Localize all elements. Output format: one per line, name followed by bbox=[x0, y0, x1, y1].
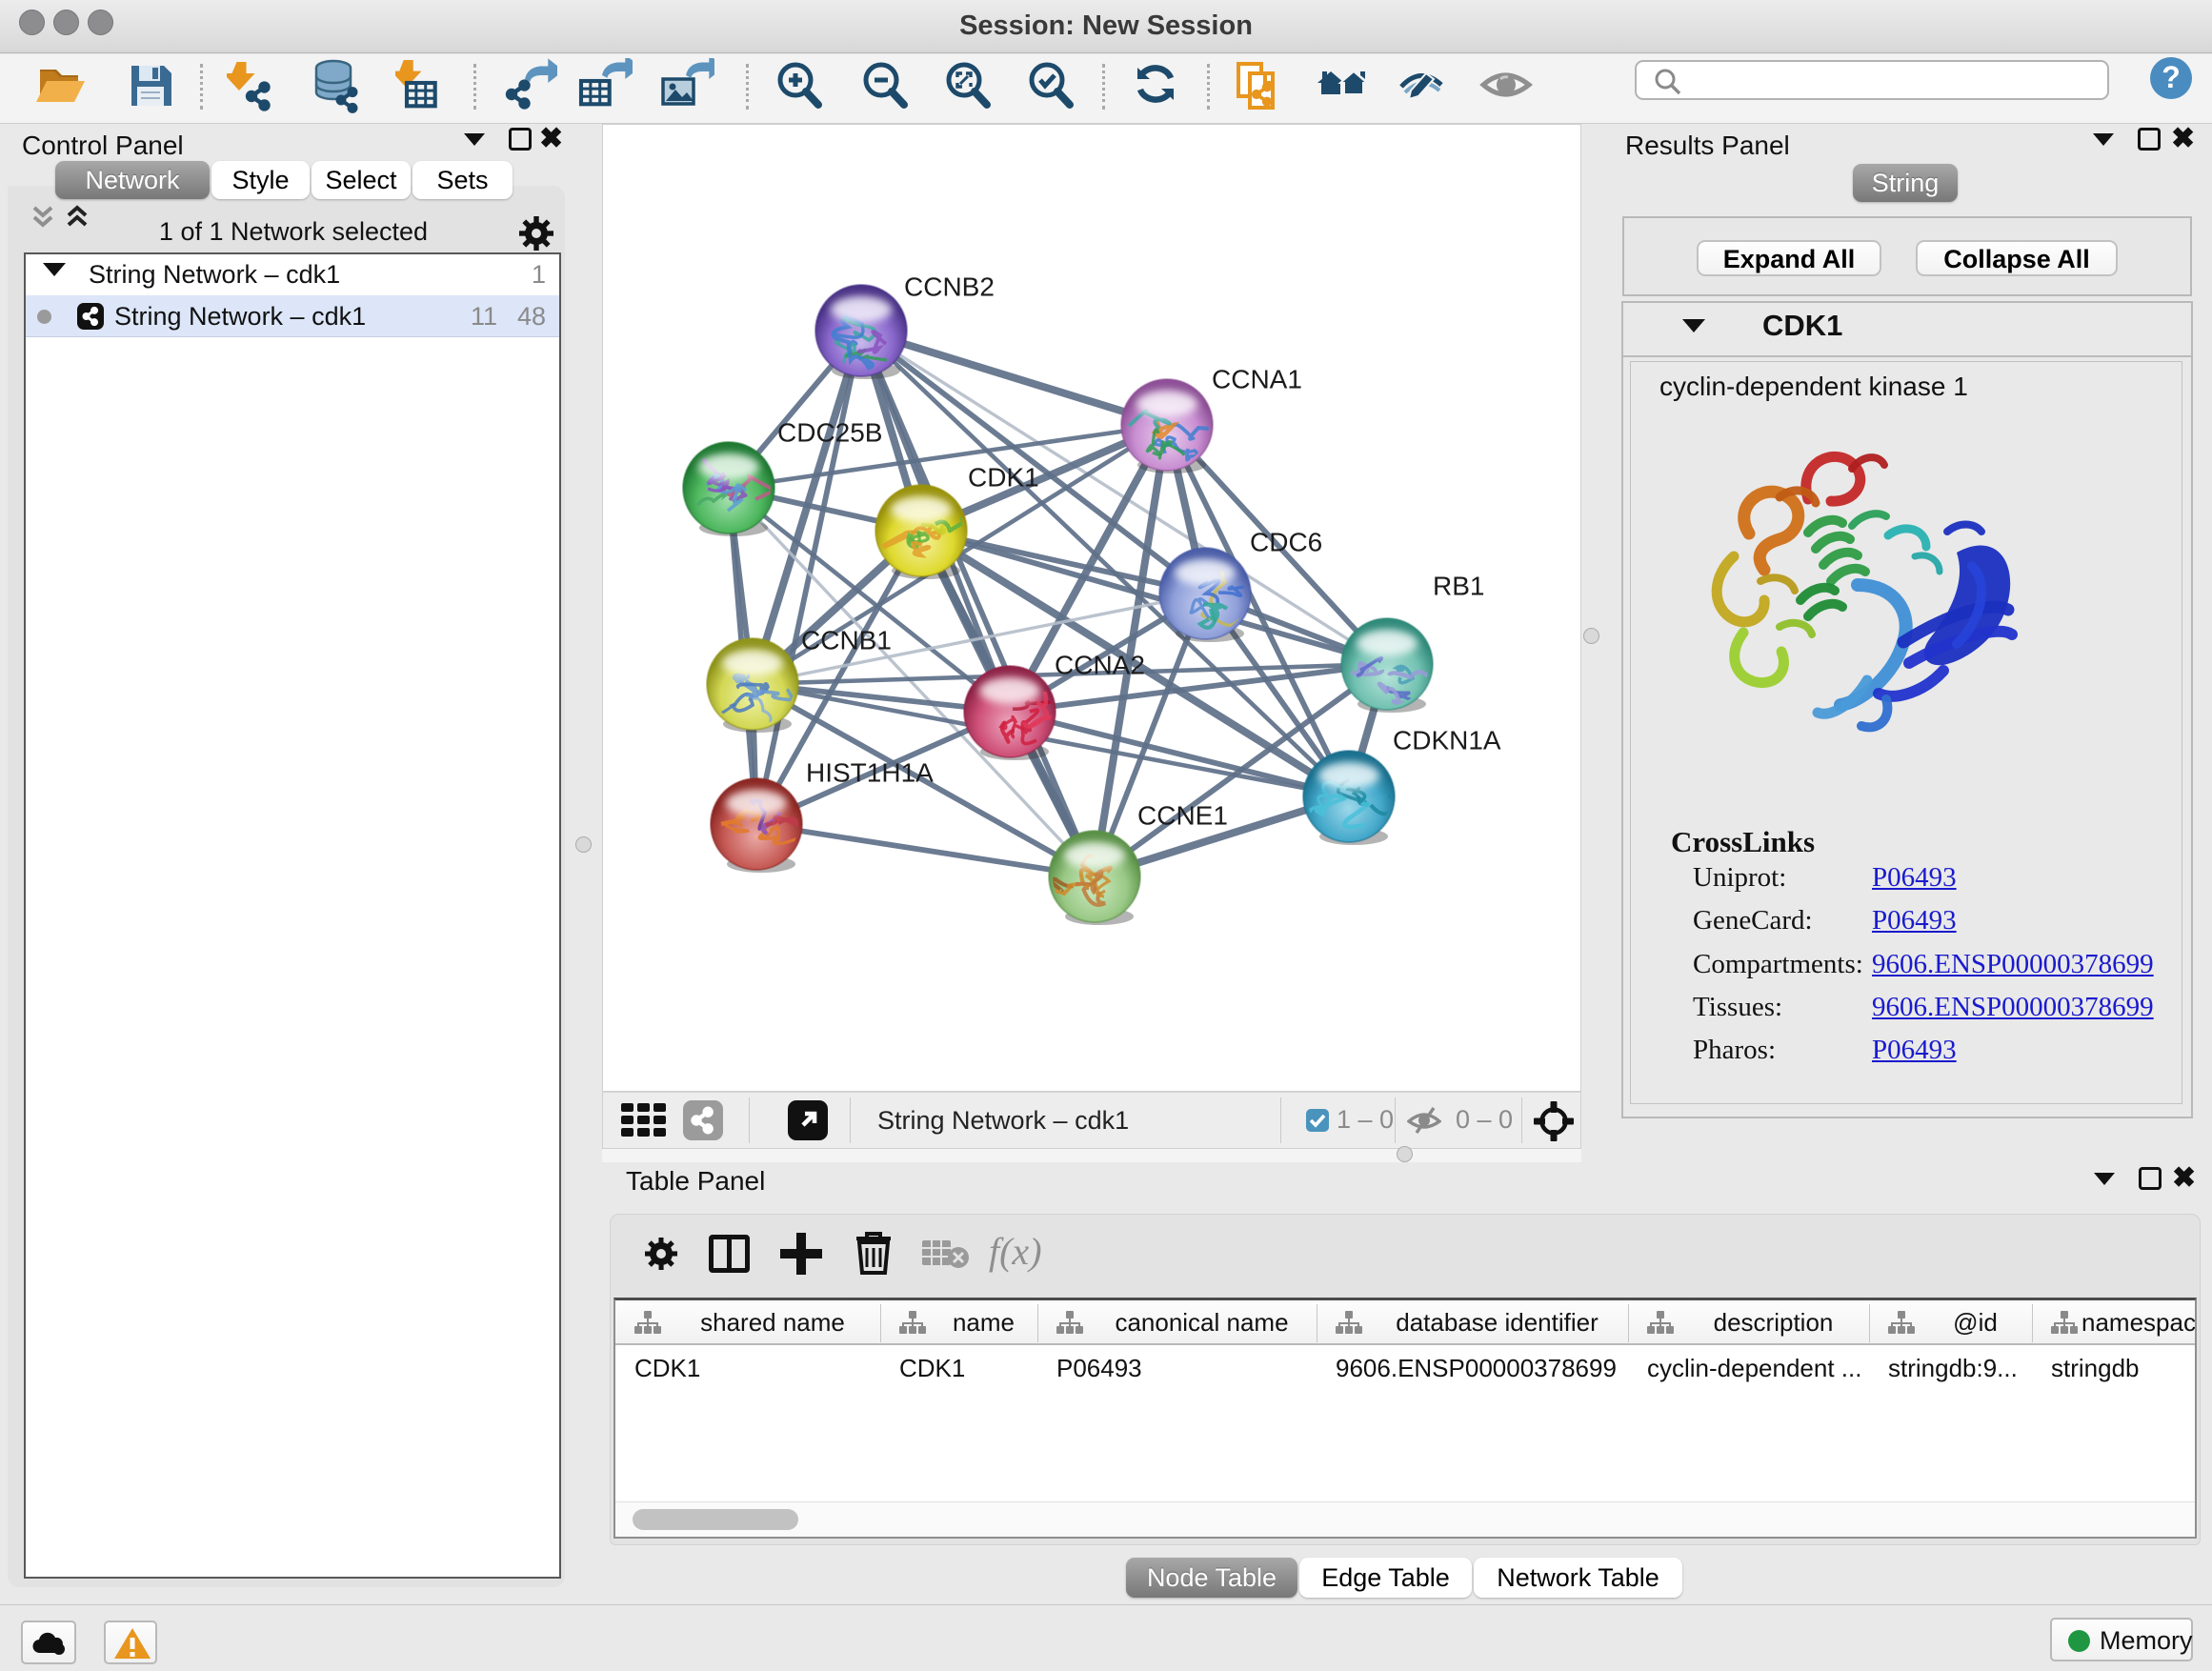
svg-text:HIST1H1A: HIST1H1A bbox=[806, 757, 934, 787]
svg-text:CCNE1: CCNE1 bbox=[1137, 800, 1228, 830]
svg-text:RB1: RB1 bbox=[1433, 571, 1484, 600]
svg-text:CCNB1: CCNB1 bbox=[801, 625, 892, 654]
svg-text:CDC6: CDC6 bbox=[1250, 527, 1322, 556]
svg-text:CCNA2: CCNA2 bbox=[1055, 650, 1145, 679]
svg-text:?: ? bbox=[2162, 60, 2181, 94]
svg-text:CCNA1: CCNA1 bbox=[1212, 364, 1302, 393]
svg-text:CDKN1A: CDKN1A bbox=[1393, 725, 1501, 755]
svg-text:CDK1: CDK1 bbox=[968, 462, 1039, 492]
svg-text:CDC25B: CDC25B bbox=[777, 417, 882, 447]
svg-text:CCNB2: CCNB2 bbox=[904, 272, 995, 301]
